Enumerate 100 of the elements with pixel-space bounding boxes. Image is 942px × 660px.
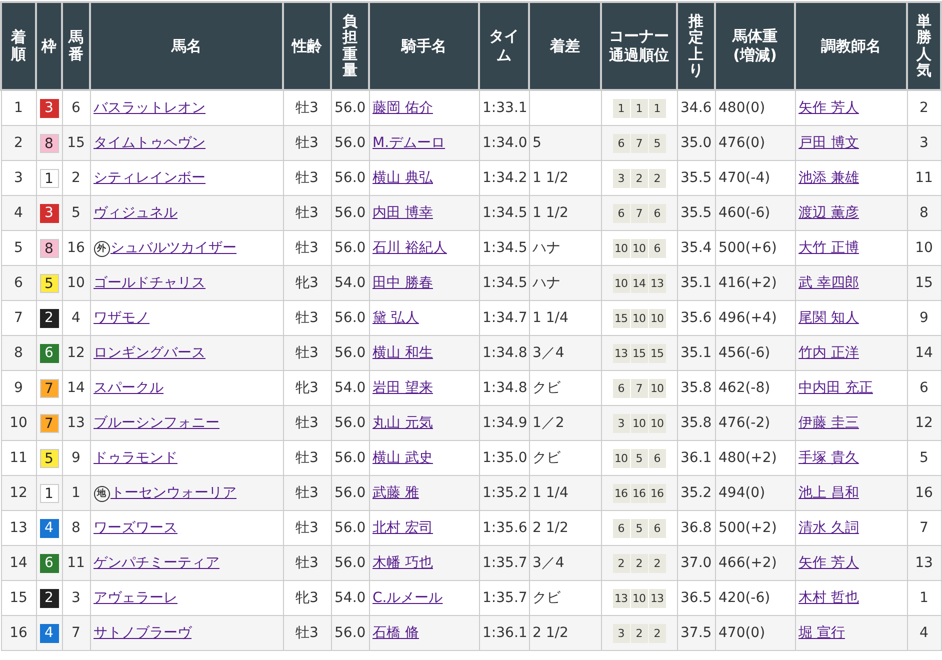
corner-position: 1: [612, 98, 630, 118]
finish-position: 14: [10, 555, 28, 571]
corner-position: 2: [630, 624, 648, 642]
margin: 5: [532, 135, 542, 151]
sex-age: 牡3: [296, 135, 318, 151]
corner-position: 7: [630, 134, 648, 152]
horse-number: 4: [72, 310, 80, 326]
finish-time: 1:34.7: [482, 310, 528, 326]
trainer-link[interactable]: 堀 宣行: [798, 625, 845, 641]
popularity: 8: [920, 205, 928, 221]
popularity: 5: [920, 450, 928, 466]
column-header: 着差: [550, 36, 580, 56]
horse-number: 15: [67, 135, 85, 151]
corner-position: 6: [612, 378, 630, 398]
corner-position: 6: [612, 204, 630, 222]
sex-age: 牡3: [296, 485, 318, 501]
corner-position: 6: [612, 518, 630, 538]
frame-number-badge: 1: [40, 484, 58, 502]
corner-position: 5: [648, 134, 666, 152]
body-weight: 470(0): [718, 625, 766, 641]
finish-time: 1:34.5: [482, 275, 528, 291]
last-3f-time: 35.2: [680, 485, 712, 501]
margin: ハナ: [532, 240, 560, 256]
column-header: 調教師名: [821, 36, 881, 56]
last-3f-time: 35.4: [680, 240, 712, 256]
frame-number-badge: 8: [40, 134, 58, 152]
carried-weight: 54.0: [334, 590, 366, 606]
frame-number-badge: 6: [40, 554, 58, 572]
popularity: 3: [920, 135, 928, 151]
corner-position: 6: [648, 204, 666, 222]
finish-position: 1: [14, 100, 23, 116]
popularity: 4: [920, 625, 928, 641]
carried-weight: 56.0: [334, 135, 366, 151]
body-weight: 420(-6): [718, 590, 770, 606]
finish-position: 10: [10, 415, 28, 431]
margin: クビ: [532, 590, 560, 606]
corner-position: 10: [630, 238, 648, 258]
horse-number: 7: [72, 625, 80, 641]
corner-position: 14: [630, 274, 648, 292]
frame-number-badge: 5: [40, 448, 58, 468]
horse-name-link[interactable]: ワーズワース: [94, 520, 178, 536]
corner-position: 10: [612, 274, 630, 292]
last-3f-time: 34.6: [680, 100, 712, 116]
finish-position: 12: [10, 485, 28, 501]
finish-time: 1:34.8: [482, 380, 528, 396]
body-weight: 500(+2): [718, 520, 777, 536]
finish-time: 1:35.6: [482, 520, 528, 536]
horse-name-link[interactable]: トーセンウォーリア: [110, 485, 236, 501]
popularity: 7: [920, 520, 928, 536]
jockey-link[interactable]: 黛 弘人: [372, 310, 419, 326]
margin: 1 1/2: [532, 205, 568, 221]
finish-time: 1:35.0: [482, 450, 528, 466]
horse-number: 9: [72, 450, 80, 466]
corner-position: 10: [612, 448, 630, 468]
carried-weight: 56.0: [334, 240, 366, 256]
body-weight: 496(+4): [718, 310, 777, 326]
last-3f-time: 35.6: [680, 310, 712, 326]
finish-time: 1:35.7: [482, 590, 528, 606]
horse-name-link[interactable]: ドゥラモンド: [94, 450, 178, 466]
jockey-link[interactable]: 石橋 脩: [372, 625, 419, 641]
column-header: 騎手名: [402, 36, 446, 56]
margin: 1／2: [532, 415, 564, 431]
margin: 3／4: [532, 345, 564, 361]
carried-weight: 56.0: [334, 170, 366, 186]
horse-name-link[interactable]: シュバルツカイザー: [110, 240, 236, 256]
horse-name-link[interactable]: スパークル: [94, 380, 164, 396]
carried-weight: 56.0: [334, 555, 366, 571]
body-weight: 456(-6): [718, 345, 770, 361]
margin: 2 1/2: [532, 520, 568, 536]
popularity: 9: [920, 310, 928, 326]
margin: クビ: [532, 450, 560, 466]
corner-position: 1: [630, 98, 648, 118]
body-weight: 462(-8): [718, 380, 770, 396]
sex-age: 牡3: [296, 625, 318, 641]
horse-number: 8: [72, 520, 80, 536]
corner-position: 10: [648, 378, 666, 398]
last-3f-time: 35.0: [680, 135, 712, 151]
horse-number: 14: [67, 380, 85, 396]
body-weight: 476(0): [718, 135, 766, 151]
corner-position: 6: [648, 518, 666, 538]
carried-weight: 56.0: [334, 310, 366, 326]
carried-weight: 56.0: [334, 485, 366, 501]
finish-time: 1:35.7: [482, 555, 528, 571]
frame-number-badge: 8: [40, 238, 58, 258]
horse-name-link[interactable]: ヴィジュネル: [94, 205, 178, 221]
carried-weight: 56.0: [334, 520, 366, 536]
frame-number-badge: 2: [40, 588, 58, 608]
horse-number: 1: [72, 485, 80, 501]
margin: 1 1/4: [532, 485, 568, 501]
horse-name-link[interactable]: ワザモノ: [94, 310, 150, 326]
frame-number-badge: 4: [40, 518, 58, 538]
popularity: 11: [915, 170, 933, 186]
finish-position: 3: [14, 170, 23, 186]
jockey-link[interactable]: 武藤 雅: [372, 485, 419, 501]
margin: ハナ: [532, 275, 560, 291]
margin: 2 1/2: [532, 625, 568, 641]
horse-number: 5: [72, 205, 80, 221]
corner-position: 16: [630, 484, 648, 502]
finish-position: 8: [14, 345, 23, 361]
horse-name-link[interactable]: アヴェラーレ: [94, 590, 178, 606]
